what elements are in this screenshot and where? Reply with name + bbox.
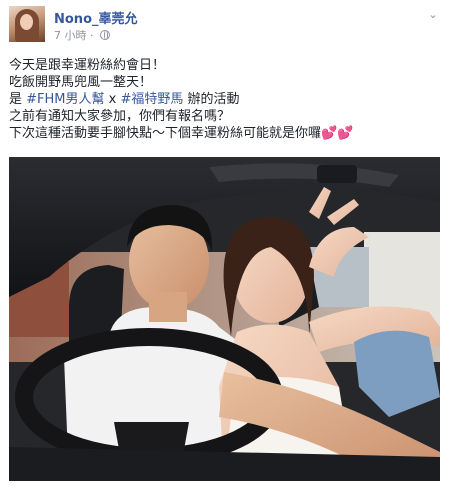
post-text: 今天是跟幸運粉絲約會日！ 吃飯開野馬兜風一整天！ 是 #FHM男人幫 x #福特… [9,57,439,142]
post-photo[interactable] [9,157,440,481]
line-text: 下次這種活動要手腳快點～下個幸運粉絲可能就是你囉 [9,126,322,141]
line-mid: x [104,92,121,107]
post-timestamp[interactable]: 7 小時 [54,29,87,42]
avatar-face [20,14,33,30]
post-line-1: 今天是跟幸運粉絲約會日！ [9,58,166,73]
post-line-5: 下次這種活動要手腳快點～下個幸運粉絲可能就是你囉💕💕 [9,125,439,142]
globe-icon [100,30,110,40]
post-line-3: 是 #FHM男人幫 x #福特野馬 辦的活動 [9,91,439,108]
car-selfie-photo [9,157,440,481]
post-line-4: 之前有通知大家參加，你們有報名嗎？ [9,109,231,124]
hashtag-ford-mustang[interactable]: #福特野馬 [120,92,183,107]
hashtag-fhm[interactable]: #FHM男人幫 [26,92,104,107]
chevron-down-icon[interactable]: ⌄ [426,9,440,20]
line-prefix: 是 [9,92,27,107]
author-name-link[interactable]: Nono_辜莞允 [54,8,138,27]
post-header: Nono_辜莞允 7 小時 · ⌄ [9,6,440,46]
meta-separator: · [86,29,97,42]
heart-emoji: 💕💕 [321,126,354,141]
line-suffix: 辦的活動 [183,92,240,107]
author-avatar[interactable] [9,6,45,42]
facebook-post: Nono_辜莞允 7 小時 · ⌄ 今天是跟幸運粉絲約會日！ 吃飯開野馬兜風一整… [0,0,449,486]
post-line-2: 吃飯開野馬兜風一整天！ [9,75,153,90]
post-meta: 7 小時 · [54,27,110,43]
